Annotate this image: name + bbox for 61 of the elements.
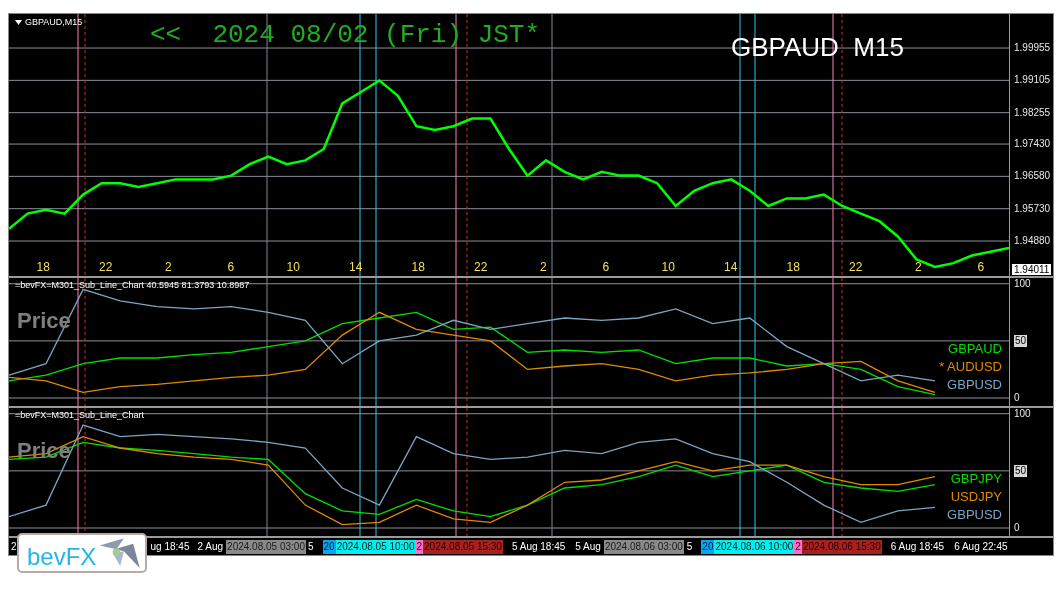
- scale-tick: 100: [1014, 277, 1031, 290]
- time-label: 2024.08.05 15:30: [423, 539, 503, 554]
- legend-label: * AUDUSD: [938, 360, 1003, 374]
- legend-label: GBPJPY: [949, 472, 1003, 486]
- hour-label: 6: [601, 260, 611, 274]
- time-label: 2: [10, 539, 18, 554]
- scale-tick: 50: [1014, 464, 1028, 477]
- hour-label: 14: [723, 260, 739, 274]
- legend-label: GBPUSD: [946, 378, 1003, 392]
- time-label: 5: [685, 539, 694, 554]
- legend-label: GBPUSD: [946, 508, 1003, 522]
- price-tick: 1.98255: [1014, 106, 1051, 119]
- hour-label: 10: [285, 260, 301, 274]
- price-tick: 1.94880: [1014, 235, 1051, 247]
- time-label: 2024.08.05 10:00: [335, 539, 416, 554]
- hour-label: 2: [913, 260, 923, 274]
- hour-label: 6: [976, 260, 986, 274]
- legend-label: USDJPY: [949, 490, 1003, 504]
- chart-title: GBPAUD,M15: [25, 17, 83, 27]
- dropdown-icon[interactable]: [15, 19, 22, 25]
- hour-label: 18: [785, 260, 801, 274]
- current-price: 1.94011: [1012, 264, 1052, 275]
- time-label: 2: [794, 539, 802, 554]
- time-label: 20: [322, 539, 336, 554]
- hour-label: 18: [35, 260, 51, 274]
- price-tick: 1.99105: [1014, 74, 1051, 87]
- hour-label: 22: [98, 260, 114, 274]
- hour-label: 2: [163, 260, 173, 274]
- time-label: 2024.08.05 03:00: [226, 539, 306, 554]
- price-tick: 1.99955: [1014, 42, 1051, 55]
- time-label: 2024.08.06 10:00: [714, 539, 795, 554]
- hour-label: 18: [410, 260, 426, 274]
- hour-label: 2: [538, 260, 548, 274]
- time-label: 2 Aug: [196, 539, 225, 554]
- scale-tick: 100: [1014, 407, 1031, 420]
- time-label: 5 Aug 18:45: [510, 539, 567, 554]
- time-label: 2: [415, 539, 424, 554]
- price-tick: 1.97430: [1014, 138, 1051, 151]
- logo-text: bevFX: [27, 543, 97, 571]
- hour-label: 6: [226, 260, 236, 274]
- scale-tick: 50: [1014, 334, 1028, 347]
- time-label: 2024.08.06 03:00: [603, 539, 684, 554]
- time-label: 2024.08.06 15:30: [801, 539, 882, 554]
- legend-label: GBPAUD: [947, 342, 1003, 356]
- hour-label: 14: [348, 260, 364, 274]
- scale-tick: 0: [1014, 392, 1020, 404]
- scale-tick: 0: [1014, 522, 1020, 534]
- time-label: 5: [306, 539, 315, 554]
- symbol-label: GBPAUD M15: [731, 32, 904, 63]
- time-label: 20: [701, 539, 715, 554]
- hour-label: 22: [473, 260, 489, 274]
- time-label: ug 18:45: [149, 539, 191, 554]
- time-label: 6 Aug 22:45: [953, 539, 1009, 554]
- time-label: 5 Aug: [574, 539, 602, 554]
- time-label: 6 Aug 18:45: [889, 539, 946, 554]
- hour-label: 22: [848, 260, 864, 274]
- price-tick: 1.95730: [1014, 202, 1051, 215]
- indicator-title: =bevFX=M301_Sub_Line_Chart: [15, 410, 145, 420]
- indicator-title: =bevFX=M301_Sub_Line_Chart 40.5945 81.3793 10.8987: [15, 280, 250, 290]
- hour-label: 10: [660, 260, 676, 274]
- price-tick: 1.96580: [1014, 170, 1051, 183]
